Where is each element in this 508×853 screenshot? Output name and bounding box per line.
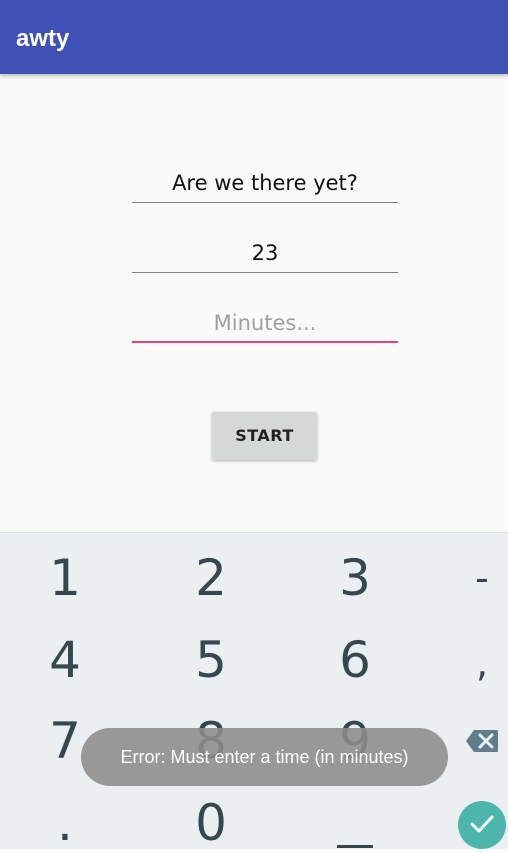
key-1[interactable]: 1 — [20, 548, 110, 608]
app-title: awty — [16, 25, 70, 52]
done-button[interactable] — [458, 801, 506, 849]
key-0[interactable]: 0 — [166, 793, 256, 853]
checkmark-icon — [470, 815, 494, 833]
app-bar: awty — [0, 0, 508, 74]
start-button[interactable]: START — [212, 412, 317, 460]
backspace-icon[interactable] — [465, 729, 499, 753]
key-2[interactable]: 2 — [166, 548, 256, 608]
key-6[interactable]: 6 — [310, 630, 400, 690]
error-toast: Error: Must enter a time (in minutes) — [81, 728, 448, 786]
key-period[interactable]: . — [20, 793, 110, 853]
key-minus[interactable]: - — [462, 558, 502, 598]
message-field[interactable]: Are we there yet? — [132, 167, 398, 203]
key-3[interactable]: 3 — [310, 548, 400, 608]
phone-field[interactable]: 23 — [132, 237, 398, 273]
key-5[interactable]: 5 — [166, 630, 256, 690]
numeric-keyboard: 1 2 3 - 4 5 6 , 7 8 9 . 0 — [0, 532, 508, 852]
key-4[interactable]: 4 — [20, 630, 110, 690]
key-comma[interactable]: , — [462, 643, 502, 683]
minutes-field[interactable]: Minutes... — [132, 307, 398, 343]
